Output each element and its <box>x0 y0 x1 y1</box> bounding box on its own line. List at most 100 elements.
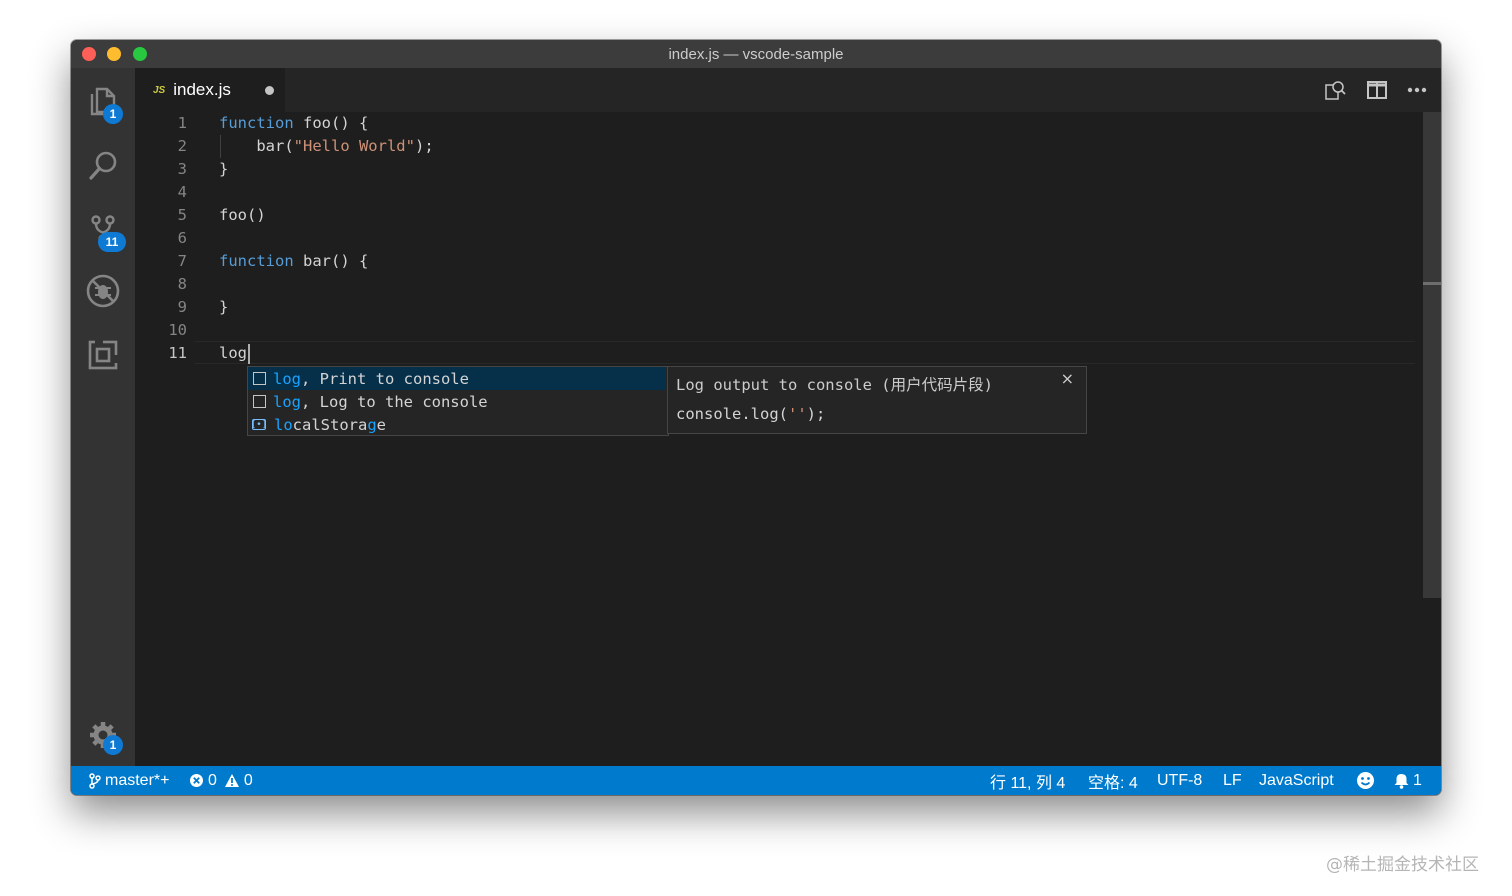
suggestion-match: lo <box>274 415 293 434</box>
source-control-button[interactable]: 11 <box>81 208 126 252</box>
scrollbar-cursor-marker <box>1423 282 1441 285</box>
string-token: '' <box>787 405 807 423</box>
close-window-button[interactable] <box>82 47 96 61</box>
line-number: 10 <box>168 321 187 339</box>
search-icon <box>89 151 117 180</box>
close-details-button[interactable]: × <box>1061 369 1074 388</box>
line-number: 2 <box>177 137 187 155</box>
notification-count: 1 <box>1413 771 1422 789</box>
code-line-5: foo() <box>219 206 266 224</box>
open-changes-icon <box>1325 81 1346 100</box>
vertical-scrollbar[interactable] <box>1423 112 1441 766</box>
suggestion-match: log <box>273 392 301 411</box>
source-control-badge: 11 <box>98 232 126 252</box>
split-editor-button[interactable] <box>1365 78 1389 102</box>
eol-status[interactable]: LF <box>1223 766 1242 795</box>
code-token: console.log( <box>676 405 788 423</box>
feedback-button[interactable] <box>1356 766 1375 795</box>
code-line-3: } <box>219 160 229 178</box>
code-line-7: function bar() { <box>219 250 368 273</box>
line-number: 6 <box>177 229 187 247</box>
extensions-icon <box>88 339 119 370</box>
notifications-status[interactable]: 1 <box>1394 766 1422 795</box>
suggestion-label: e <box>376 415 387 434</box>
debug-icon <box>86 274 120 308</box>
keyword-token: function <box>219 114 294 132</box>
line-number: 7 <box>177 252 187 270</box>
warning-count: 0 <box>243 771 253 789</box>
snippet-icon <box>253 395 266 408</box>
cursor-position-status[interactable]: 行 11, 列 4 <box>990 766 1065 795</box>
keyword-token: function <box>219 252 294 270</box>
details-title: Log output to console (用户代码片段) <box>676 376 993 394</box>
branch-status[interactable]: master*+ <box>89 766 169 795</box>
tab-bar: JS index.js <box>135 68 1441 112</box>
code-line-9: } <box>219 298 229 316</box>
line-number: 1 <box>177 114 187 132</box>
error-icon <box>190 774 203 787</box>
settings-badge: 1 <box>103 735 123 755</box>
suggestion-label: , Print to console <box>301 369 469 388</box>
suggestion-widget: log, Print to console log, Log to the co… <box>247 366 669 436</box>
extensions-button[interactable] <box>81 333 125 377</box>
code-line-2: bar("Hello World"); <box>219 135 434 158</box>
suggestion-item[interactable]: log, Log to the console <box>248 390 666 413</box>
code-token: bar() { <box>293 252 369 270</box>
code-line-11: log <box>219 342 250 365</box>
suggestion-details: Log output to console (用户代码片段) × console… <box>667 366 1087 434</box>
minimize-window-button[interactable] <box>107 47 121 61</box>
ellipsis-icon <box>1407 87 1427 93</box>
branch-name: master*+ <box>105 771 170 789</box>
suggestion-match: log <box>273 369 301 388</box>
current-line-highlight <box>195 341 1415 364</box>
activity-bar: 1 11 1 <box>71 68 135 766</box>
encoding-status[interactable]: UTF-8 <box>1157 766 1202 795</box>
debug-button[interactable] <box>81 269 125 313</box>
problems-status[interactable]: 0 0 <box>189 766 253 795</box>
line-number-active: 11 <box>168 344 187 362</box>
suggestion-item-selected[interactable]: log, Print to console <box>248 367 666 390</box>
git-branch-icon <box>89 772 101 789</box>
line-number: 5 <box>177 206 187 224</box>
line-number: 9 <box>177 298 187 316</box>
line-number: 8 <box>177 275 187 293</box>
warning-icon <box>224 774 239 787</box>
code-token: foo() { <box>293 114 369 132</box>
vscode-window: index.js — vscode-sample 1 11 1 JS index… <box>71 40 1441 795</box>
snippet-icon <box>253 372 266 385</box>
text-cursor <box>248 343 250 364</box>
open-changes-button[interactable] <box>1323 78 1347 102</box>
tab-label: index.js <box>173 80 231 99</box>
scrollbar-thumb[interactable] <box>1423 112 1441 598</box>
suggestion-item[interactable]: [•] lo calStora g e <box>248 413 666 436</box>
explorer-button[interactable]: 1 <box>81 80 125 124</box>
unsaved-dot-icon[interactable] <box>265 86 274 95</box>
bell-icon <box>1394 773 1409 789</box>
code-token: ); <box>414 137 434 155</box>
title-bar: index.js — vscode-sample <box>71 40 1441 68</box>
smiley-icon <box>1357 772 1374 789</box>
window-title: index.js — vscode-sample <box>668 45 844 63</box>
code-token: ); <box>806 405 826 423</box>
tab-index-js[interactable]: JS index.js <box>135 68 285 112</box>
language-mode-status[interactable]: JavaScript <box>1259 766 1334 795</box>
details-code: console.log(''); <box>676 405 825 423</box>
watermark: @稀土掘金技术社区 <box>1326 855 1479 875</box>
manage-button[interactable]: 1 <box>81 713 125 757</box>
line-number: 4 <box>177 183 187 201</box>
code-line-1: function foo() { <box>219 112 368 135</box>
javascript-file-icon: JS <box>153 84 166 96</box>
indentation-status[interactable]: 空格: 4 <box>1088 766 1138 795</box>
code-editor[interactable]: 1 2 3 4 5 6 7 8 9 10 11 function foo() {… <box>135 112 1441 766</box>
status-bar: master*+ 0 0 行 11, 列 4 空格: 4 UTF-8 LF Ja… <box>71 766 1441 795</box>
suggestion-label: calStora <box>292 415 368 434</box>
explorer-badge: 1 <box>103 104 123 124</box>
more-actions-button[interactable] <box>1405 78 1429 102</box>
suggestion-match: g <box>367 415 377 434</box>
code-token: bar( <box>219 137 294 155</box>
suggestion-label: , Log to the console <box>301 392 488 411</box>
search-button[interactable] <box>81 144 125 188</box>
error-count: 0 <box>208 771 217 789</box>
string-token: "Hello World" <box>293 137 415 155</box>
maximize-window-button[interactable] <box>133 47 147 61</box>
